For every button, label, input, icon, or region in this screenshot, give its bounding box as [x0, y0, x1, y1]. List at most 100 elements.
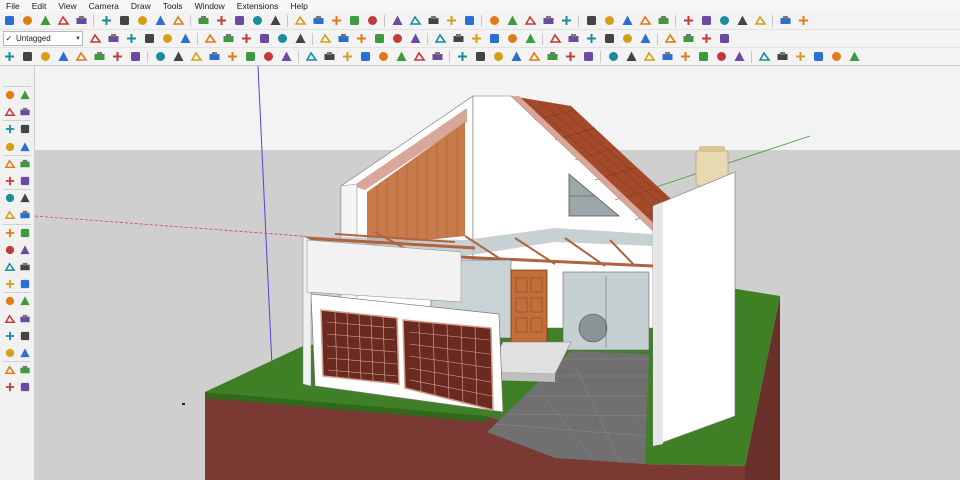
model-info-icon[interactable] [170, 14, 186, 28]
drape-icon[interactable] [267, 14, 283, 28]
dynamic-icon[interactable] [544, 50, 560, 64]
dynamic-icon[interactable] [623, 50, 639, 64]
select-icon[interactable] [3, 88, 17, 102]
open-icon[interactable] [19, 14, 35, 28]
zoom-extents-icon[interactable] [3, 329, 17, 343]
refresh-icon[interactable] [364, 14, 380, 28]
flag-icon[interactable] [716, 14, 732, 28]
tree-icon[interactable] [443, 14, 459, 28]
menu-edit[interactable]: Edit [26, 0, 53, 12]
hidden-line-icon[interactable] [256, 32, 272, 46]
menu-draw[interactable]: Draw [125, 0, 157, 12]
menu-file[interactable]: File [0, 0, 26, 12]
layout-icon[interactable] [792, 50, 808, 64]
smoove-icon[interactable] [231, 14, 247, 28]
menu-view[interactable]: View [52, 0, 82, 12]
slot-icon[interactable] [619, 14, 635, 28]
info-icon[interactable] [558, 14, 574, 28]
pan-icon[interactable] [18, 294, 32, 308]
dynamic-icon[interactable] [206, 50, 222, 64]
house-icon[interactable] [389, 32, 405, 46]
print-icon[interactable] [152, 14, 168, 28]
tape-measure-icon[interactable] [3, 243, 17, 257]
grid-icon[interactable] [810, 50, 826, 64]
terrain-icon[interactable] [461, 14, 477, 28]
dynamic-icon[interactable] [490, 50, 506, 64]
sandbox-icon[interactable] [213, 14, 229, 28]
slot-icon[interactable] [637, 14, 653, 28]
component-icon[interactable] [389, 14, 405, 28]
extension-warehouse-icon[interactable] [346, 14, 362, 28]
offset-icon[interactable] [18, 226, 32, 240]
house-icon[interactable] [353, 32, 369, 46]
menu-camera[interactable]: Camera [83, 0, 125, 12]
solar-icon[interactable] [655, 14, 671, 28]
settings-icon[interactable] [522, 14, 538, 28]
sandbox-from-contours-icon[interactable] [3, 380, 17, 394]
undo-icon[interactable] [116, 14, 132, 28]
dynamic-icon[interactable] [55, 50, 71, 64]
slot-icon[interactable] [583, 14, 599, 28]
menu-tools[interactable]: Tools [157, 0, 189, 12]
left-icon[interactable] [177, 32, 193, 46]
text-icon[interactable] [18, 260, 32, 274]
previous-icon[interactable] [18, 329, 32, 343]
house-icon[interactable] [371, 32, 387, 46]
grid-icon[interactable] [846, 50, 862, 64]
freehand-icon[interactable] [18, 122, 32, 136]
wireframe-icon[interactable] [238, 32, 254, 46]
bake-icon[interactable] [774, 50, 790, 64]
dynamic-icon[interactable] [411, 50, 427, 64]
dynamic-icon[interactable] [170, 50, 186, 64]
front-icon[interactable] [123, 32, 139, 46]
scale-icon[interactable] [328, 14, 344, 28]
dynamic-icon[interactable] [242, 50, 258, 64]
add-detail-icon[interactable] [292, 14, 308, 28]
dynamic-icon[interactable] [454, 50, 470, 64]
dynamic-icon[interactable] [109, 50, 125, 64]
pie-icon[interactable] [18, 174, 32, 188]
push-icon[interactable] [680, 14, 696, 28]
sandbox-from-scratch-icon[interactable] [18, 380, 32, 394]
axes-icon[interactable] [3, 277, 17, 291]
eraser-icon[interactable] [18, 105, 32, 119]
line-icon[interactable] [3, 122, 17, 136]
dynamic-icon[interactable] [1, 50, 17, 64]
materials-icon[interactable] [547, 32, 563, 46]
zoom-window-icon[interactable] [18, 312, 32, 326]
settings-icon[interactable] [716, 32, 732, 46]
dynamic-icon[interactable] [677, 50, 693, 64]
paint-bucket-icon[interactable] [3, 105, 17, 119]
orbit-icon[interactable] [637, 32, 653, 46]
components-icon[interactable] [407, 14, 423, 28]
mail-icon[interactable] [540, 14, 556, 28]
cut-icon[interactable] [37, 14, 53, 28]
arc-icon[interactable] [3, 174, 17, 188]
rectangle-icon[interactable] [3, 140, 17, 154]
iso-icon[interactable] [87, 32, 103, 46]
plant-icon[interactable] [777, 14, 793, 28]
house-icon[interactable] [407, 32, 423, 46]
menu-help[interactable]: Help [284, 0, 313, 12]
top-icon[interactable] [105, 32, 121, 46]
chevron-down-icon[interactable]: ▼ [74, 36, 82, 42]
section-plane-icon[interactable] [18, 363, 32, 377]
display-section-icon[interactable] [486, 32, 502, 46]
push-icon[interactable] [698, 14, 714, 28]
dynamic-icon[interactable] [562, 50, 578, 64]
shaded-texture-icon[interactable] [292, 32, 308, 46]
paste-icon[interactable] [73, 14, 89, 28]
help-icon[interactable] [698, 32, 714, 46]
dynamic-icon[interactable] [278, 50, 294, 64]
soap-icon[interactable] [734, 14, 750, 28]
house-icon[interactable] [335, 32, 351, 46]
scale-icon[interactable] [3, 226, 17, 240]
slot-icon[interactable] [601, 14, 617, 28]
dynamic-icon[interactable] [641, 50, 657, 64]
rotated-rect-icon[interactable] [18, 140, 32, 154]
polygon-icon[interactable] [18, 157, 32, 171]
protractor-icon[interactable] [3, 260, 17, 274]
3d-text-icon[interactable] [18, 277, 32, 291]
dynamic-icon[interactable] [321, 50, 337, 64]
pencil-icon[interactable] [195, 14, 211, 28]
